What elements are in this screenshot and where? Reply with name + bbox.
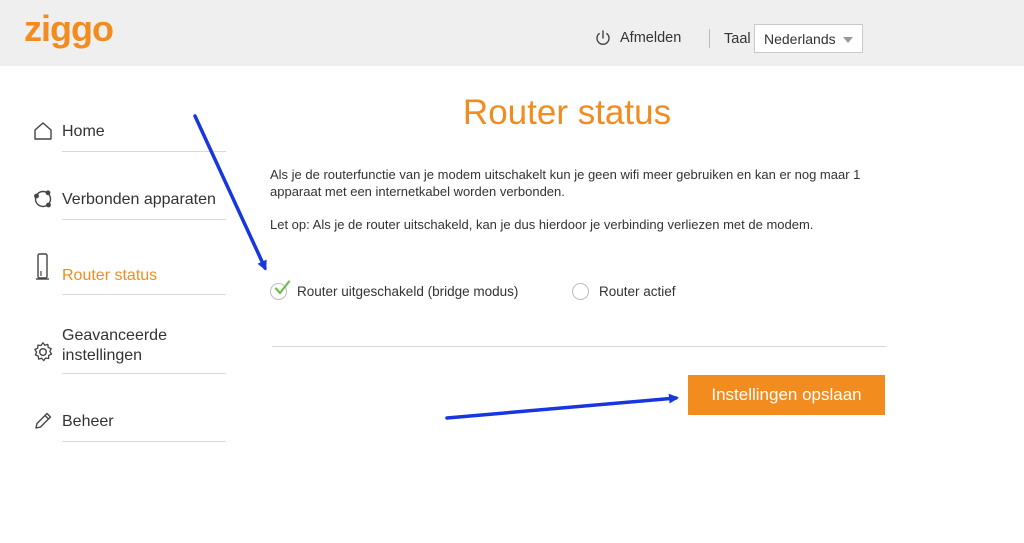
- radio-button-unchecked[interactable]: [572, 282, 589, 300]
- header-bar: ziggo Afmelden Taal Nederlands: [0, 0, 1024, 66]
- content-divider: [272, 346, 886, 347]
- language-selected-value: Nederlands: [764, 30, 836, 47]
- sidebar-divider: [62, 373, 226, 374]
- power-icon: [594, 29, 612, 47]
- radio-label: Router actief: [599, 283, 676, 299]
- logout-label: Afmelden: [620, 30, 682, 46]
- devices-icon: [32, 188, 54, 210]
- language-select[interactable]: Nederlands: [754, 24, 863, 53]
- sidebar-divider: [62, 294, 226, 295]
- warning-paragraph: Let op: Als je de router uitschakeld, ka…: [270, 217, 814, 232]
- radio-label: Router uitgeschakeld (bridge modus): [297, 283, 519, 299]
- sidebar-item-label: Router status: [62, 267, 158, 284]
- language-label: Taal: [724, 31, 751, 47]
- sidebar-divider: [62, 219, 226, 220]
- ziggo-logo[interactable]: ziggo: [24, 10, 132, 52]
- home-icon: [32, 120, 54, 142]
- page-title: Router status: [462, 93, 672, 132]
- logo-wordmark: ziggo: [24, 10, 113, 49]
- arrow-to-save-button: [445, 393, 679, 420]
- logout-button[interactable]: Afmelden: [594, 28, 681, 48]
- router-icon: [32, 252, 54, 280]
- sidebar-divider: [62, 151, 226, 152]
- chevron-down-icon: [843, 37, 853, 43]
- save-settings-button[interactable]: Instellingen opslaan: [688, 375, 885, 415]
- checkmark-icon: [274, 279, 291, 294]
- sidebar-item-label: Verbonden apparaten: [62, 191, 216, 208]
- sidebar-item-label: Geavanceerde instellingen: [62, 327, 167, 364]
- radio-router-active[interactable]: Router actief: [572, 281, 676, 301]
- info-paragraph: Als je de routerfunctie van je modem uit…: [270, 167, 861, 199]
- pencil-icon: [32, 410, 54, 432]
- sidebar-item-label: Home: [62, 123, 105, 140]
- radio-button-checked[interactable]: [270, 279, 291, 300]
- header-separator: [709, 29, 710, 48]
- sidebar-divider: [62, 441, 226, 442]
- sidebar-item-label: Beheer: [62, 413, 114, 430]
- radio-router-disabled[interactable]: Router uitgeschakeld (bridge modus): [270, 279, 519, 301]
- gear-icon: [32, 341, 54, 363]
